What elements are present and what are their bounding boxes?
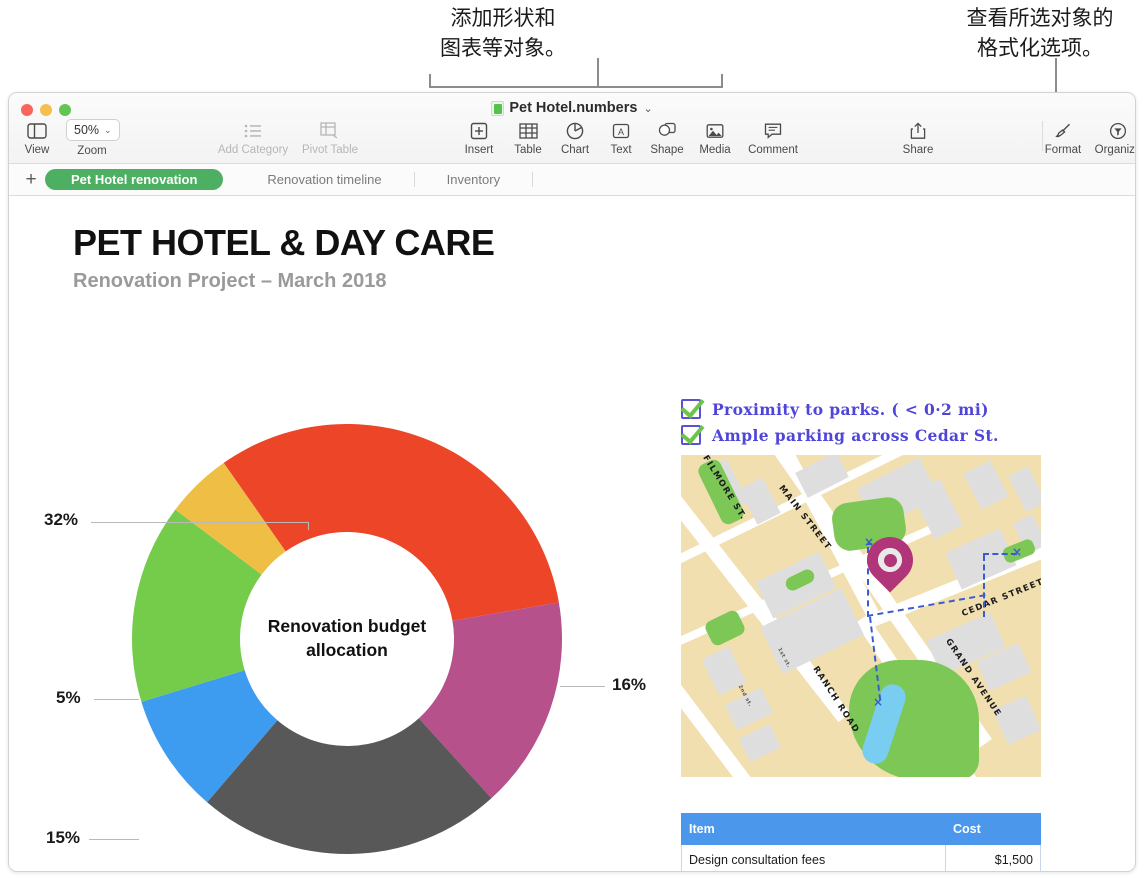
toolbar-shape-label: Shape bbox=[650, 144, 684, 156]
donut-center-line1: Renovation budget bbox=[267, 616, 427, 637]
add-sheet-button[interactable]: + bbox=[17, 170, 45, 189]
map-block bbox=[1008, 466, 1041, 512]
pivot-table-icon bbox=[320, 120, 340, 141]
checklist-label: Proximity to parks. ( < 0·2 mi) bbox=[712, 399, 989, 419]
table-row[interactable]: Design consultation fees $1,500 bbox=[681, 844, 1041, 871]
page-subtitle: Renovation Project – March 2018 bbox=[73, 270, 387, 292]
toolbar-share-label: Share bbox=[902, 144, 934, 156]
comment-bubble-icon bbox=[764, 120, 782, 141]
sheet-tab-bar: + Pet Hotel renovation Renovation timeli… bbox=[9, 164, 1135, 196]
callout-leader-left-tick-a bbox=[429, 74, 431, 88]
toolbar-pivot-table-label: Pivot Table bbox=[301, 144, 359, 156]
checklist-item-proximity[interactable]: Proximity to parks. ( < 0·2 mi) bbox=[681, 396, 999, 422]
tab-separator bbox=[532, 172, 534, 187]
callout-leader-left-bar bbox=[429, 86, 723, 88]
toolbar-organize-button[interactable]: Organize bbox=[1086, 120, 1135, 156]
zoom-select[interactable]: 50% ⌄ bbox=[66, 119, 120, 141]
checklist-label: Ample parking across Cedar St. bbox=[712, 425, 999, 445]
map-location-pin-center-icon bbox=[884, 554, 897, 567]
toolbar-text-label: Text bbox=[610, 144, 632, 156]
table-grid-icon bbox=[518, 120, 538, 141]
leader-tick-32 bbox=[308, 522, 309, 530]
sheet-canvas[interactable]: PET HOTEL & DAY CARE Renovation Project … bbox=[9, 196, 1135, 871]
leader-32 bbox=[91, 522, 309, 523]
leader-16 bbox=[560, 686, 605, 687]
checkbox-checked-icon[interactable] bbox=[681, 425, 701, 445]
donut-center-line2: allocation bbox=[306, 640, 388, 660]
map-block bbox=[992, 695, 1041, 745]
table-header-row: Item Cost bbox=[681, 813, 1041, 845]
toolbar-zoom-label-wrap: Zoom bbox=[60, 142, 124, 157]
toolbar-share-button[interactable]: Share bbox=[886, 120, 950, 156]
table-cell-cost[interactable]: $1,500 bbox=[945, 844, 1041, 871]
organize-filter-icon bbox=[1109, 120, 1127, 141]
leader-15 bbox=[89, 839, 139, 840]
toolbar-format-label: Format bbox=[1044, 144, 1082, 156]
map-block bbox=[724, 687, 774, 731]
toolbar-media-button[interactable]: Media bbox=[683, 120, 747, 156]
leader-5 bbox=[94, 699, 139, 700]
chart-label-plumbing-pct: 5% bbox=[56, 688, 81, 707]
photo-icon bbox=[706, 120, 724, 141]
map-image[interactable]: FILMORE ST. MAIN STREET CEDAR STREET RAN… bbox=[681, 455, 1041, 777]
cost-table[interactable]: Item Cost Design consultation fees $1,500… bbox=[681, 813, 1041, 871]
insert-plus-icon bbox=[470, 120, 488, 141]
callout-text-format-options: 查看所选对象的 格式化选项。 bbox=[966, 6, 1114, 60]
numbers-window: Pet Hotel.numbers ⌄ View 50% ⌄ Zoom Add … bbox=[8, 92, 1136, 872]
checklist-item-parking[interactable]: Ample parking across Cedar St. bbox=[681, 422, 999, 448]
checkbox-checked-icon[interactable] bbox=[681, 399, 701, 419]
table-cell-item[interactable]: Design consultation fees bbox=[681, 844, 946, 871]
tab-separator bbox=[413, 172, 415, 187]
map-block bbox=[963, 460, 1009, 510]
donut-center-label: Renovation budget allocation bbox=[241, 533, 453, 745]
text-box-icon: A bbox=[612, 120, 630, 141]
document-title[interactable]: Pet Hotel.numbers ⌄ bbox=[9, 100, 1135, 116]
callout-leader-left-tick-b bbox=[721, 74, 723, 88]
sheet-tab-renovation-timeline[interactable]: Renovation timeline bbox=[251, 169, 397, 190]
zoom-value: 50% bbox=[74, 123, 100, 137]
callout-leader-left-stem bbox=[597, 58, 599, 88]
list-bullets-icon bbox=[243, 120, 263, 141]
sheet-tab-inventory[interactable]: Inventory bbox=[431, 169, 516, 190]
sidebar-panel-icon bbox=[27, 120, 47, 141]
table-header-item[interactable]: Item bbox=[681, 813, 946, 845]
chevron-down-icon[interactable]: ⌄ bbox=[643, 102, 652, 115]
toolbar-table-label: Table bbox=[514, 144, 542, 156]
numbers-document-icon bbox=[491, 100, 505, 116]
callout-text-insert-objects: 添加形状和 图表等对象。 bbox=[440, 6, 566, 60]
document-title-text: Pet Hotel.numbers bbox=[509, 100, 638, 116]
chart-label-cabinetry-pct: 32% bbox=[44, 510, 79, 529]
toolbar-add-category-label: Add Category bbox=[217, 144, 289, 156]
chevron-down-icon: ⌄ bbox=[104, 124, 112, 135]
chart-label-flooring-pct: 15% bbox=[46, 828, 81, 847]
table-header-cost[interactable]: Cost bbox=[945, 813, 1041, 845]
toolbar-comment-label: Comment bbox=[748, 144, 798, 156]
shapes-icon bbox=[658, 120, 677, 141]
toolbar-chart-label: Chart bbox=[560, 144, 590, 156]
toolbar-pivot-table-button[interactable]: Pivot Table bbox=[298, 120, 362, 156]
paintbrush-icon bbox=[1054, 120, 1072, 141]
toolbar-organize-label: Organize bbox=[1094, 144, 1135, 156]
sheet-tab-pet-hotel-renovation[interactable]: Pet Hotel renovation bbox=[45, 169, 224, 190]
toolbar-comment-button[interactable]: Comment bbox=[741, 120, 805, 156]
toolbar-media-label: Media bbox=[699, 144, 731, 156]
handwritten-checklist: Proximity to parks. ( < 0·2 mi) Ample pa… bbox=[681, 396, 999, 448]
map-x-marker-east: × bbox=[1012, 545, 1023, 559]
toolbar-zoom-label: Zoom bbox=[77, 145, 107, 157]
map-x-marker-south: × bbox=[873, 695, 884, 709]
page-title: PET HOTEL & DAY CARE bbox=[73, 222, 495, 263]
toolbar-insert-label: Insert bbox=[464, 144, 494, 156]
window-titlebar: Pet Hotel.numbers ⌄ View 50% ⌄ Zoom Add … bbox=[9, 93, 1135, 164]
map-route-east-up bbox=[983, 555, 985, 617]
toolbar-add-category-button[interactable]: Add Category bbox=[217, 120, 289, 156]
svg-text:A: A bbox=[618, 127, 624, 137]
pie-chart-icon bbox=[566, 120, 584, 141]
donut-chart[interactable]: Renovation budget allocation bbox=[127, 419, 567, 859]
map-block bbox=[739, 723, 781, 763]
chart-label-fixtures-pct: 16% bbox=[612, 675, 647, 694]
share-icon bbox=[910, 120, 926, 141]
toolbar-view-label: View bbox=[24, 144, 50, 156]
